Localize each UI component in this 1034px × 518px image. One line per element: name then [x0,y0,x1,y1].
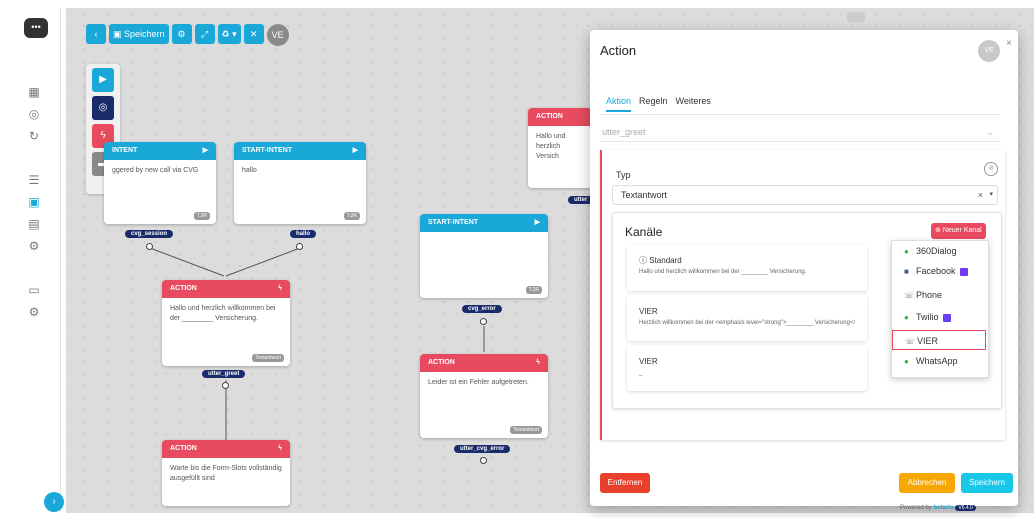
chat-badge-icon [959,267,968,276]
plus-circle-icon: ⊕ [935,227,943,234]
dropdown-label: WhatsApp [916,356,958,366]
edge-label[interactable]: utter_cvg_error [454,445,511,453]
tabs-divider [600,114,1000,115]
tab-aktion[interactable]: Aktion [606,96,632,112]
version-badge: V6.4.0 [955,505,976,511]
dropdown-label: 360Dialog [916,246,957,256]
chevron-down-icon: ⌄ [986,127,994,137]
dropdown-item[interactable]: ● Twilio [892,307,986,327]
phone-icon: ☏ [905,337,916,346]
powered-by: Powered by botario V6.4.0 [900,505,976,511]
tab-weiteres[interactable]: Weiteres [676,96,711,112]
clear-icon[interactable]: × [978,186,983,204]
edge-label[interactable]: utter_greet [202,370,246,378]
action-name-select[interactable]: utter_greet ⌄ [600,122,1000,142]
channel-text: Hallo und herzlich willkommen bei der __… [639,269,807,275]
facebook-icon: ■ [904,267,909,276]
modal-avatar[interactable]: VE [978,40,1000,62]
whatsapp-icon: ● [904,247,909,256]
channel-name: VIER [639,307,658,316]
channel-dropdown: ● 360Dialog ■ Facebook ☏ Phone ● Twilio ☏ VIE… [891,240,989,378]
tab-regeln[interactable]: Regeln [639,96,668,112]
new-channel-label: Neuer Kanal [942,227,982,234]
info-icon: ⓘ [639,256,650,265]
brand-name: botario [933,505,954,511]
dropdown-item-selected[interactable]: ☏ VIER [892,330,986,350]
whatsapp-icon: ● [904,313,909,322]
dropdown-label: Phone [916,290,943,300]
dropdown-item[interactable]: ☏ Phone [892,285,986,305]
channel-card[interactable]: VIER Herzlich willkommen bei der <emphas… [627,295,867,341]
edge-port[interactable] [480,457,487,464]
tag-icon[interactable]: ⊘ [984,162,998,176]
action-name-value: utter_greet [602,127,646,137]
dropdown-item[interactable]: ● WhatsApp [892,351,986,371]
powered-label: Powered by [900,505,932,511]
edge-port[interactable] [296,243,303,250]
channel-text: Herzlich willkommen bei der <emphasis le… [639,320,856,326]
channel-card[interactable]: ⓘ Standard Hallo und herzlich willkommen… [627,245,867,291]
edge-label[interactable]: cvg_session [125,230,174,238]
modal-title: Action [600,43,637,58]
dropdown-item[interactable]: ■ Facebook [892,261,986,281]
channel-name: VIER [639,357,658,366]
chat-badge-icon [942,313,951,322]
typ-value: Textantwort [621,190,668,200]
channels-title: Kanäle [625,225,663,239]
edge-port[interactable] [146,243,153,250]
edge-port[interactable] [480,318,487,325]
dropdown-label: VIER [917,336,939,346]
typ-select[interactable]: Textantwort × ▾ [612,185,998,205]
channel-card[interactable]: VIER – [627,345,867,391]
app-frame: ••• ▦ ◎ ↻ ☰ ▣ ▤ ⚙ ▭ ⚙ › ‹ ▣ Speichern ⚙ … [0,0,1034,518]
dropdown-label: Twilio [916,312,939,322]
channel-text: – [639,373,643,379]
phone-icon: ☏ [904,291,915,300]
remove-button[interactable]: Entfernen [600,473,650,493]
edge-port[interactable] [222,382,229,389]
cancel-button[interactable]: Abbrechen [899,473,955,493]
whatsapp-icon: ● [904,357,909,366]
close-icon[interactable]: × [1006,38,1012,49]
save-button[interactable]: Speichern [961,473,1013,493]
dropdown-item[interactable]: ● 360Dialog [892,241,986,261]
new-channel-button[interactable]: ⊕ Neuer Kanal [931,223,986,239]
typ-label: Typ [616,170,631,180]
edge-label[interactable]: cvg_error [462,305,502,313]
dropdown-label: Facebook [916,266,956,276]
channel-name: Standard [649,256,682,265]
edge-label[interactable]: hallo [290,230,317,238]
chevron-down-icon: ▾ [989,191,993,198]
modal-tabs: Aktion Regeln Weiteres [606,96,711,112]
